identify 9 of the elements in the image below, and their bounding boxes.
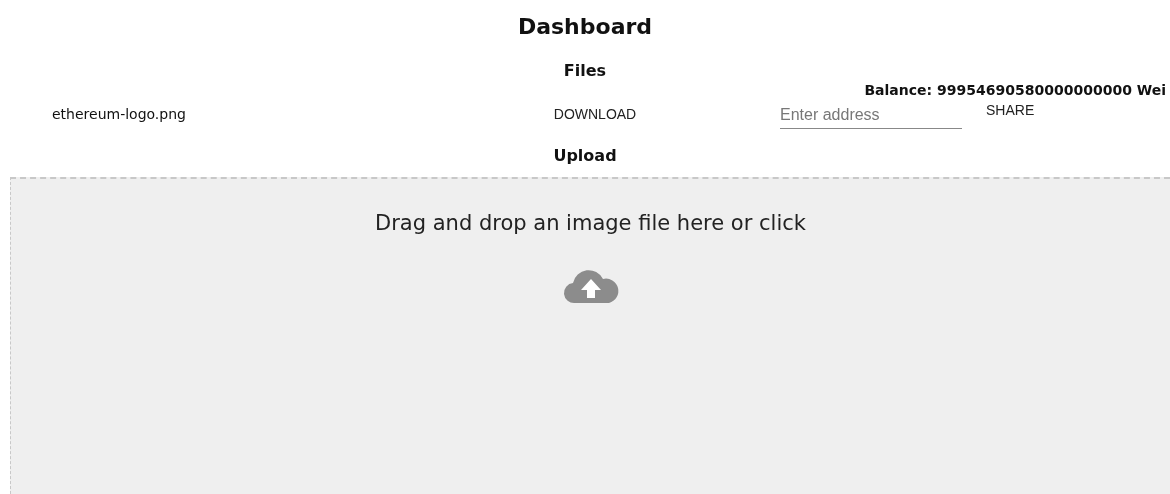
file-name: ethereum-logo.png bbox=[52, 106, 186, 122]
page-title: Dashboard bbox=[516, 14, 654, 39]
download-button[interactable]: DOWNLOAD bbox=[549, 104, 641, 124]
balance-text: Balance: 99954690580000000000 Wei bbox=[864, 82, 1166, 100]
dropzone-text: Drag and drop an image file here or click bbox=[375, 211, 806, 235]
dropzone[interactable]: Drag and drop an image file here or click bbox=[10, 177, 1170, 494]
section-heading: Upload bbox=[553, 146, 617, 165]
share-button[interactable]: SHARE bbox=[982, 100, 1039, 120]
section-heading: Files bbox=[563, 61, 607, 80]
